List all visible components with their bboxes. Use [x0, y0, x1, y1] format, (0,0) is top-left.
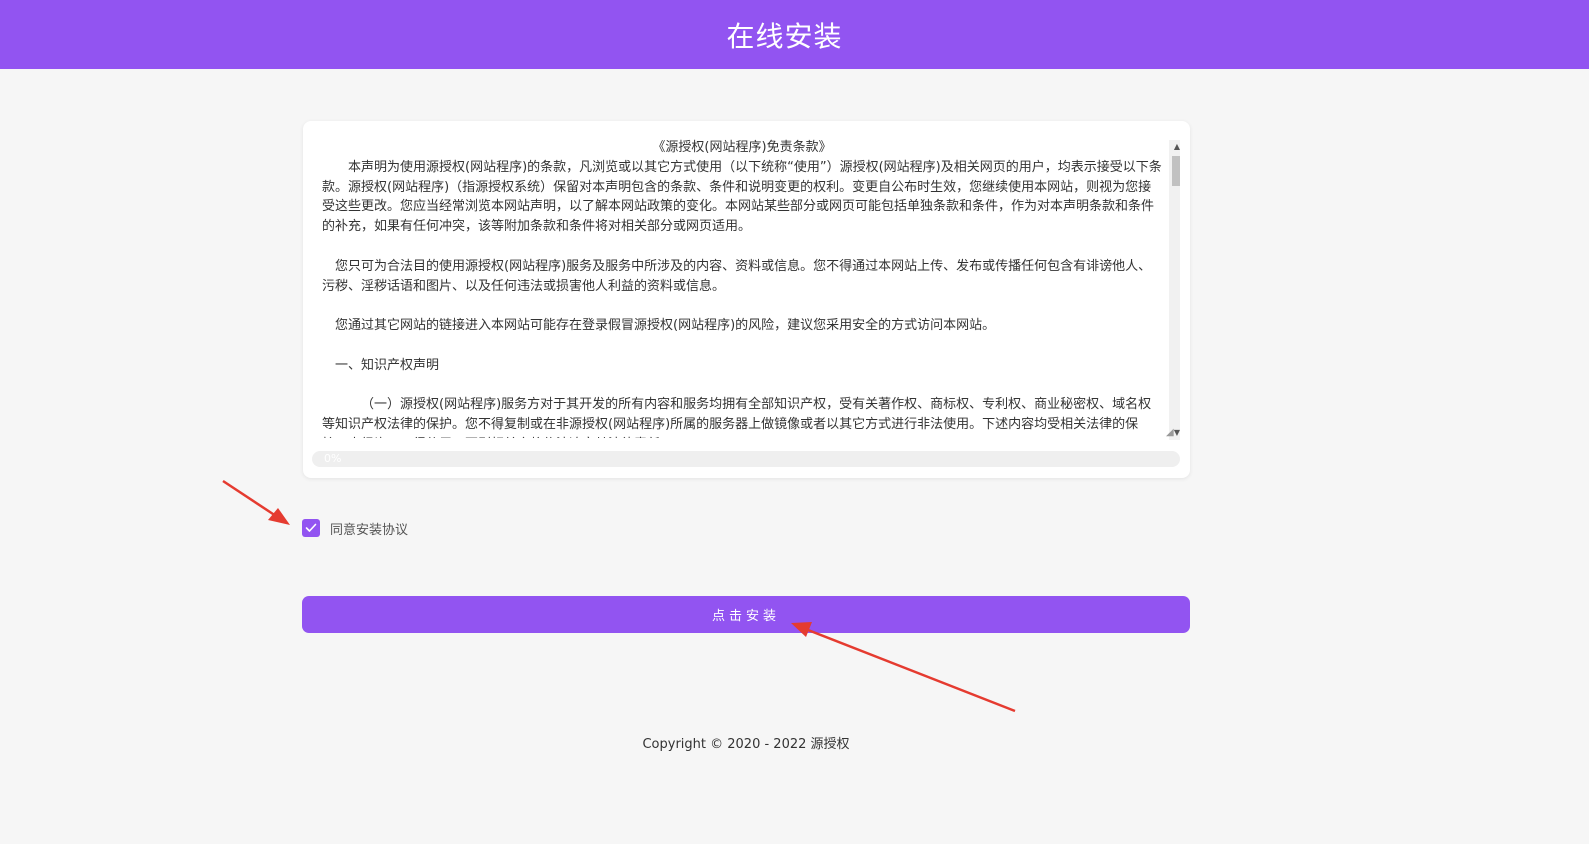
- header-bar: 在线安装: [0, 0, 1589, 69]
- agree-label: 同意安装协议: [330, 522, 409, 538]
- agreement-text: 《源授权(网站程序)免责条款》 本声明为使用源授权(网站程序)的条款，凡浏览或以…: [322, 138, 1162, 438]
- check-icon: [305, 523, 317, 532]
- progress-label: 0%: [324, 452, 342, 465]
- agree-checkbox-row[interactable]: 同意安装协议: [302, 518, 408, 538]
- page-title: 在线安装: [726, 19, 843, 53]
- agreement-paragraph-3: 您通过其它网站的链接进入本网站可能存在登录假冒源授权(网站程序)的风险，建议您采…: [335, 318, 996, 334]
- agreement-paragraph-4: （一）源授权(网站程序)服务方对于其开发的所有内容和服务均拥有全部知识产权，受有…: [322, 397, 1152, 438]
- arrow-to-install-button-icon: [791, 622, 1016, 713]
- scroll-up-arrow-icon[interactable]: ▲: [1169, 140, 1180, 154]
- agreement-section-heading: 一、知识产权声明: [335, 357, 440, 373]
- install-progress-bar: 0%: [312, 451, 1180, 467]
- agree-checkbox[interactable]: [302, 519, 320, 537]
- agreement-paragraph-1: 本声明为使用源授权(网站程序)的条款，凡浏览或以其它方式使用（以下统称“使用”）…: [322, 159, 1162, 235]
- scroll-thumb[interactable]: [1172, 156, 1180, 186]
- copyright-footer: Copyright © 2020 - 2022 源授权: [642, 737, 850, 752]
- agreement-textarea[interactable]: 《源授权(网站程序)免责条款》 本声明为使用源授权(网站程序)的条款，凡浏览或以…: [312, 130, 1180, 440]
- agreement-card: 《源授权(网站程序)免责条款》 本声明为使用源授权(网站程序)的条款，凡浏览或以…: [303, 121, 1190, 478]
- arrow-to-checkbox-icon: [222, 479, 290, 525]
- install-button[interactable]: 点击安装: [302, 596, 1190, 633]
- agreement-title: 《源授权(网站程序)免责条款》: [652, 140, 832, 155]
- resize-grip-icon[interactable]: ◢: [1166, 428, 1176, 438]
- agreement-paragraph-2: 您只可为合法目的使用源授权(网站程序)服务及服务中所涉及的内容、资料或信息。您不…: [322, 258, 1152, 294]
- agreement-scrollbar[interactable]: ▲ ▼: [1169, 140, 1180, 440]
